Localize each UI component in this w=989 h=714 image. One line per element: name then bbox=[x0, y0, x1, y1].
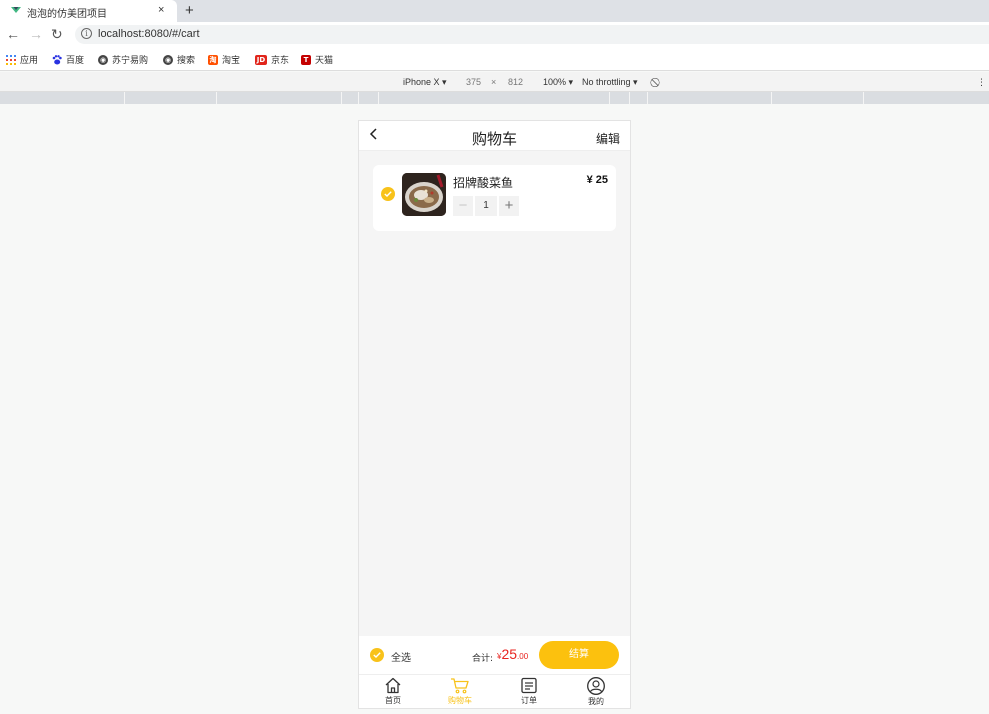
order-icon bbox=[521, 677, 537, 694]
increase-button[interactable]: + bbox=[499, 196, 519, 216]
tmall-icon: T bbox=[301, 54, 311, 65]
bookmark-taobao[interactable]: 淘 淘宝 bbox=[208, 53, 240, 66]
quantity-stepper: − 1 + bbox=[453, 196, 519, 216]
apps-grid-icon bbox=[6, 54, 16, 65]
site-info-icon[interactable]: i bbox=[81, 28, 92, 39]
browser-tab[interactable]: 泡泡的仿美团项目 × bbox=[0, 0, 177, 22]
bookmarks-bar: 应用 百度 ◉ 苏宁易购 ◉ 搜索 淘 淘宝 JD 京东 T 天猫 bbox=[0, 47, 989, 71]
url-text: localhost:8080/#/cart bbox=[98, 28, 200, 40]
decrease-button[interactable]: − bbox=[453, 196, 473, 216]
bookmark-suning[interactable]: ◉ 苏宁易购 bbox=[98, 53, 148, 66]
vue-favicon-icon bbox=[11, 7, 21, 13]
device-select[interactable]: iPhone X ▾ bbox=[403, 77, 447, 88]
address-bar-row: ← → ↻ i localhost:8080/#/cart bbox=[0, 22, 989, 47]
tab-orders[interactable]: 订单 bbox=[509, 677, 549, 706]
browser-tab-strip: 泡泡的仿美团项目 × + bbox=[0, 0, 989, 22]
total-decimal: .00 bbox=[517, 652, 529, 661]
total-label: 合计: bbox=[472, 654, 494, 664]
tab-label-home: 首页 bbox=[385, 696, 401, 705]
quantity-value: 1 bbox=[475, 196, 497, 216]
dimension-separator: × bbox=[491, 77, 497, 87]
total-integer: 25 bbox=[501, 646, 518, 662]
item-check-icon[interactable] bbox=[381, 187, 395, 201]
cart-icon bbox=[451, 678, 469, 694]
more-options-icon[interactable]: ⋮ bbox=[977, 77, 986, 88]
mobile-viewport: 购物车 编辑 招牌酸菜鱼 ¥ 25 − 1 + 全选 合计: ¥25.00 结算… bbox=[358, 120, 631, 709]
dish-image bbox=[402, 173, 446, 216]
globe-icon: ◉ bbox=[98, 54, 108, 65]
checkout-button[interactable]: 结算 bbox=[539, 641, 619, 669]
tab-title: 泡泡的仿美团项目 bbox=[27, 9, 107, 20]
url-input[interactable]: i localhost:8080/#/cart bbox=[75, 25, 989, 44]
tab-mine[interactable]: 我的 bbox=[576, 677, 616, 707]
zoom-select[interactable]: 100% ▾ bbox=[543, 77, 573, 88]
jd-icon: JD bbox=[255, 54, 267, 65]
device-height-input[interactable]: 812 bbox=[508, 77, 523, 87]
bookmark-tmall[interactable]: T 天猫 bbox=[301, 53, 333, 66]
dish-name: 招牌酸菜鱼 bbox=[453, 176, 514, 190]
new-tab-button[interactable]: + bbox=[185, 2, 194, 19]
select-all-label[interactable]: 全选 bbox=[391, 649, 411, 664]
dish-price: ¥ 25 bbox=[586, 174, 608, 186]
forward-arrow-icon[interactable]: → bbox=[29, 26, 43, 42]
bottom-tab-bar: 首页 购物车 订单 我的 bbox=[359, 674, 630, 708]
cart-header: 购物车 编辑 bbox=[359, 121, 630, 151]
bookmark-baidu[interactable]: 百度 bbox=[52, 53, 84, 66]
tab-close-icon[interactable]: × bbox=[158, 4, 164, 16]
cart-item: 招牌酸菜鱼 ¥ 25 − 1 + bbox=[373, 165, 616, 231]
globe-icon: ◉ bbox=[163, 54, 173, 65]
tab-home[interactable]: 首页 bbox=[373, 677, 413, 706]
edit-button[interactable]: 编辑 bbox=[596, 130, 620, 147]
page-title: 购物车 bbox=[471, 130, 517, 148]
media-query-ruler bbox=[0, 92, 989, 104]
total-amount: ¥25.00 bbox=[497, 646, 528, 664]
bookmark-search[interactable]: ◉ 搜索 bbox=[163, 53, 195, 66]
checkout-bar: 全选 合计: ¥25.00 结算 bbox=[359, 636, 630, 674]
select-all-check-icon[interactable] bbox=[370, 648, 384, 662]
baidu-paw-icon bbox=[52, 54, 62, 65]
throttling-select[interactable]: No throttling ▾ bbox=[582, 77, 638, 88]
tab-label-orders: 订单 bbox=[521, 696, 537, 705]
bookmark-apps[interactable]: 应用 bbox=[6, 53, 38, 66]
reload-icon[interactable]: ↻ bbox=[51, 26, 63, 43]
device-width-input[interactable]: 375 bbox=[466, 77, 481, 87]
tab-label-mine: 我的 bbox=[588, 697, 604, 706]
tab-label-cart: 购物车 bbox=[448, 696, 472, 705]
user-icon bbox=[587, 677, 605, 695]
device-toolbar: iPhone X ▾ 375 × 812 100% ▾ No throttlin… bbox=[0, 72, 989, 92]
back-arrow-icon[interactable]: ← bbox=[6, 26, 20, 42]
tab-cart[interactable]: 购物车 bbox=[440, 677, 480, 706]
home-icon bbox=[385, 677, 401, 694]
taobao-icon: 淘 bbox=[208, 54, 218, 65]
bookmark-jd[interactable]: JD 京东 bbox=[255, 53, 289, 66]
